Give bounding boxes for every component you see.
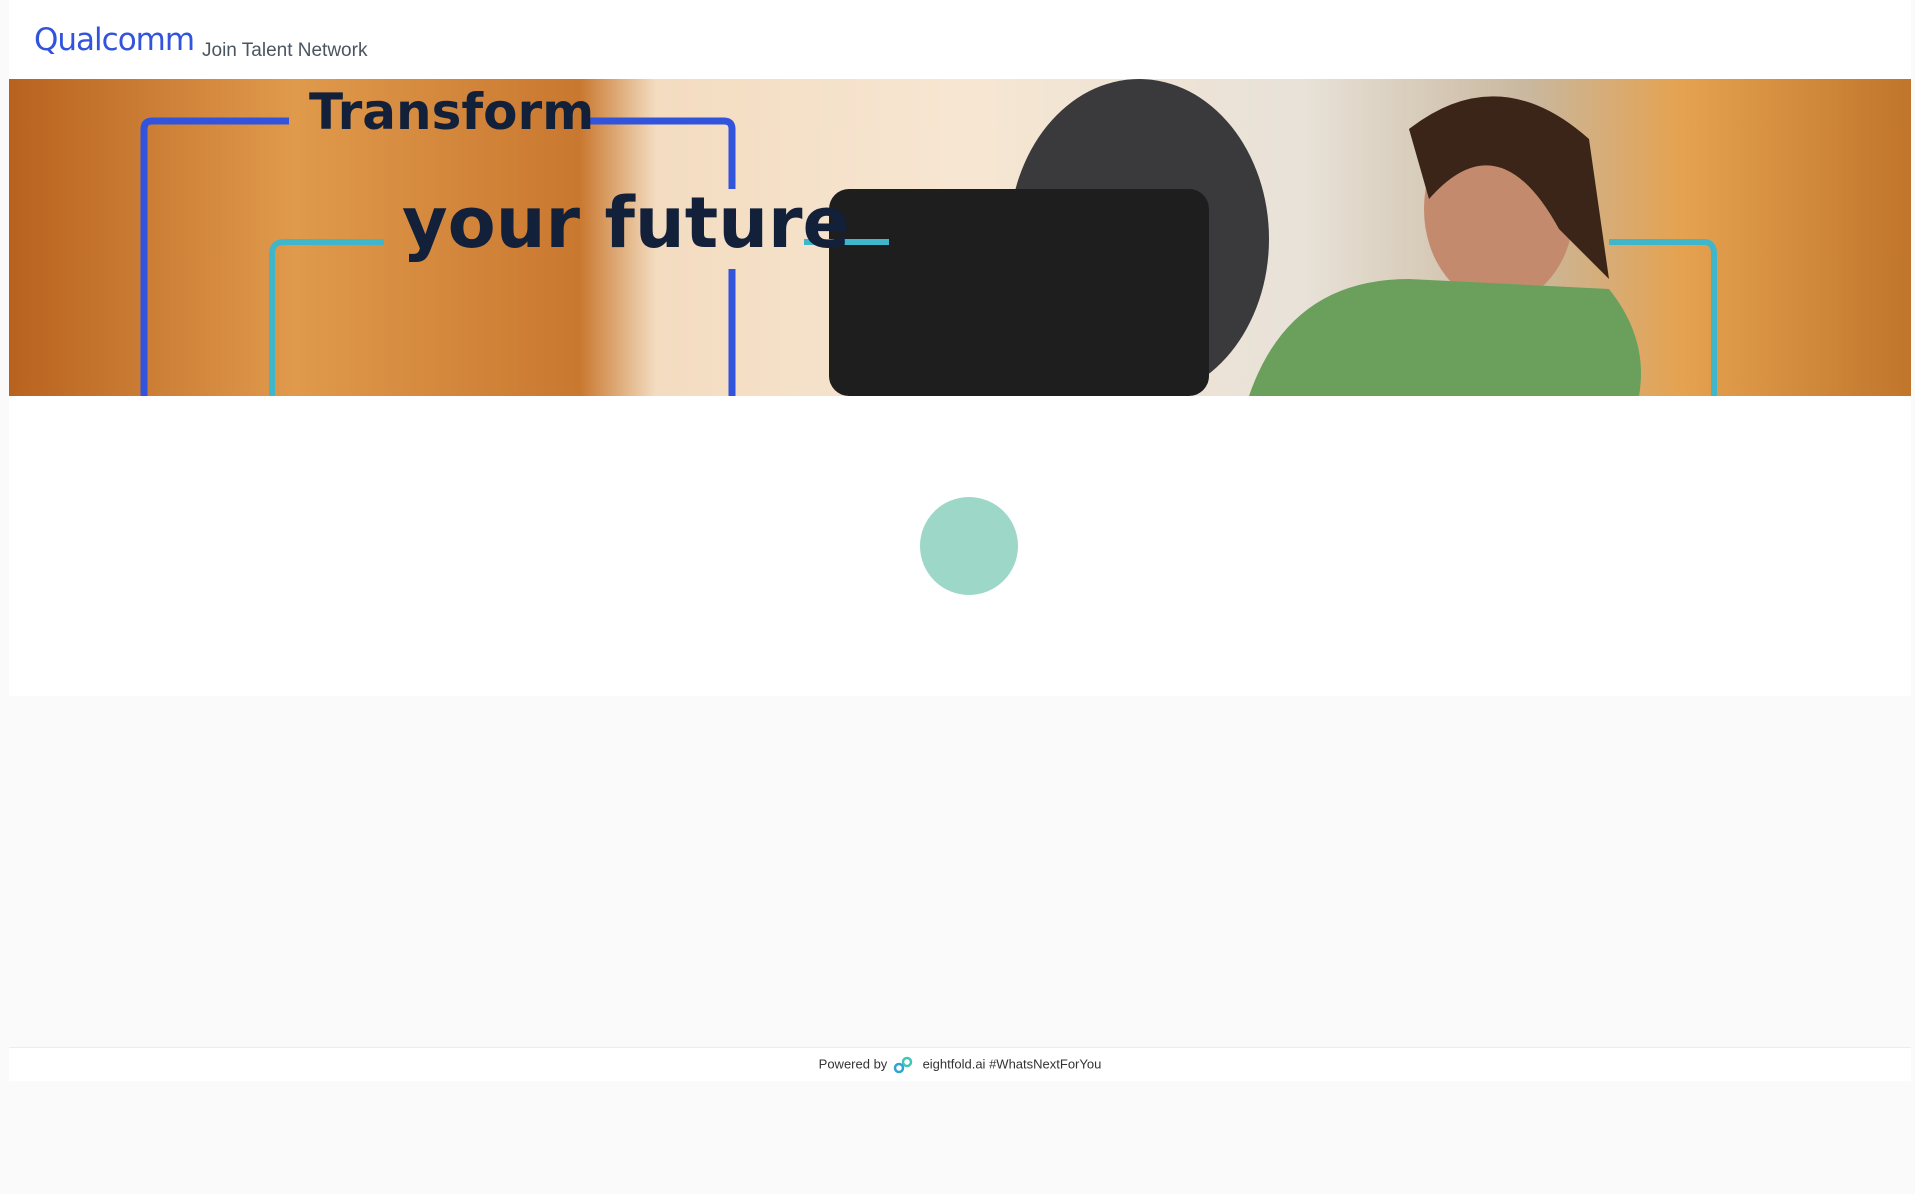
- site-header: Qualcomm Join Talent Network: [9, 0, 1911, 79]
- footer: Powered by eightfold.ai #WhatsNextForYou: [9, 1047, 1911, 1081]
- banner-line1: Transform: [309, 83, 594, 141]
- hero-banner: Transform your future: [9, 79, 1911, 396]
- eightfold-logo-icon: [893, 1056, 913, 1073]
- banner-line2: your future: [402, 182, 850, 264]
- loading-spinner: [920, 497, 1018, 595]
- powered-by-label: Powered by: [818, 1056, 888, 1072]
- qualcomm-logo[interactable]: Qualcomm: [34, 22, 195, 58]
- hashtag: #WhatsNextForYou: [989, 1056, 1102, 1072]
- page-subtitle: Join Talent Network: [202, 40, 368, 61]
- main-content: [9, 396, 1911, 696]
- banner-image: Transform your future: [9, 79, 1911, 396]
- eightfold-link[interactable]: eightfold.ai: [923, 1057, 986, 1072]
